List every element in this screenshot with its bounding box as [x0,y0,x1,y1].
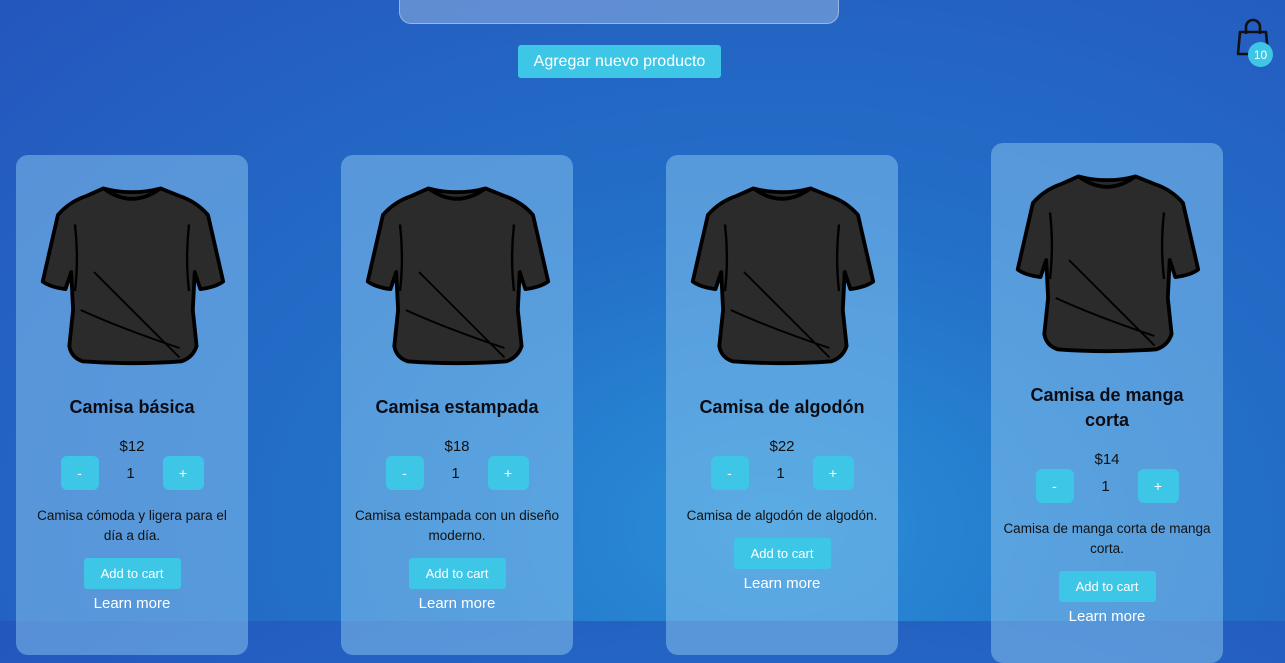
cart-button[interactable]: 10 [1235,18,1277,67]
product-card: Camisa de algodón $22 - 1 + Camisa de al… [666,155,898,655]
decrease-quantity-button[interactable]: - [385,456,424,490]
add-to-cart-button[interactable]: Add to cart [408,558,506,589]
decrease-quantity-button[interactable]: - [60,456,99,490]
add-product-button[interactable]: Agregar nuevo producto [518,45,721,78]
quantity-value: 1 [126,464,135,482]
product-title: Camisa de algodón [699,397,865,417]
product-price: $22 [769,438,795,455]
learn-more-link[interactable]: Learn more [419,595,496,612]
quantity-value: 1 [1101,477,1110,495]
quantity-value: 1 [776,464,785,482]
learn-more-link[interactable]: Learn more [94,595,171,612]
product-title: Camisa estampada [375,397,539,417]
tshirt-image [40,186,226,366]
product-description: Camisa cómoda y ligera para el día a día… [37,508,227,543]
product-description: Camisa estampada con un diseño moderno. [354,508,560,543]
increase-quantity-button[interactable]: + [162,456,204,490]
tshirt-image [690,186,876,366]
add-to-cart-button[interactable]: Add to cart [1058,571,1156,602]
learn-more-link[interactable]: Learn more [1069,608,1146,625]
product-card: Camisa básica $12 - 1 + Camisa cómoda y … [16,155,248,655]
product-title: Camisa de manga corta [1030,385,1184,430]
increase-quantity-button[interactable]: + [1137,469,1179,503]
tshirt-image [365,186,551,366]
quantity-stepper: - 1 + [1035,469,1179,503]
quantity-value: 1 [451,464,460,482]
top-panel [399,0,839,24]
increase-quantity-button[interactable]: + [812,456,854,490]
add-to-cart-button[interactable]: Add to cart [83,558,181,589]
product-description: Camisa de manga corta de manga corta. [1003,521,1211,556]
add-to-cart-button[interactable]: Add to cart [733,538,831,569]
product-description: Camisa de algodón de algodón. [686,508,878,523]
decrease-quantity-button[interactable]: - [710,456,749,490]
increase-quantity-button[interactable]: + [487,456,529,490]
quantity-stepper: - 1 + [60,456,204,490]
tshirt-image [1015,174,1201,354]
product-price: $14 [1094,451,1120,468]
product-price: $12 [119,438,145,455]
cart-count-badge: 10 [1248,42,1273,67]
product-price: $18 [444,438,470,455]
product-card: Camisa estampada $18 - 1 + Camisa estamp… [341,155,573,655]
quantity-stepper: - 1 + [710,456,854,490]
decrease-quantity-button[interactable]: - [1035,469,1074,503]
product-card: Camisa de manga corta $14 - 1 + Camisa d… [991,143,1223,663]
learn-more-link[interactable]: Learn more [744,575,821,592]
quantity-stepper: - 1 + [385,456,529,490]
product-title: Camisa básica [69,397,195,417]
